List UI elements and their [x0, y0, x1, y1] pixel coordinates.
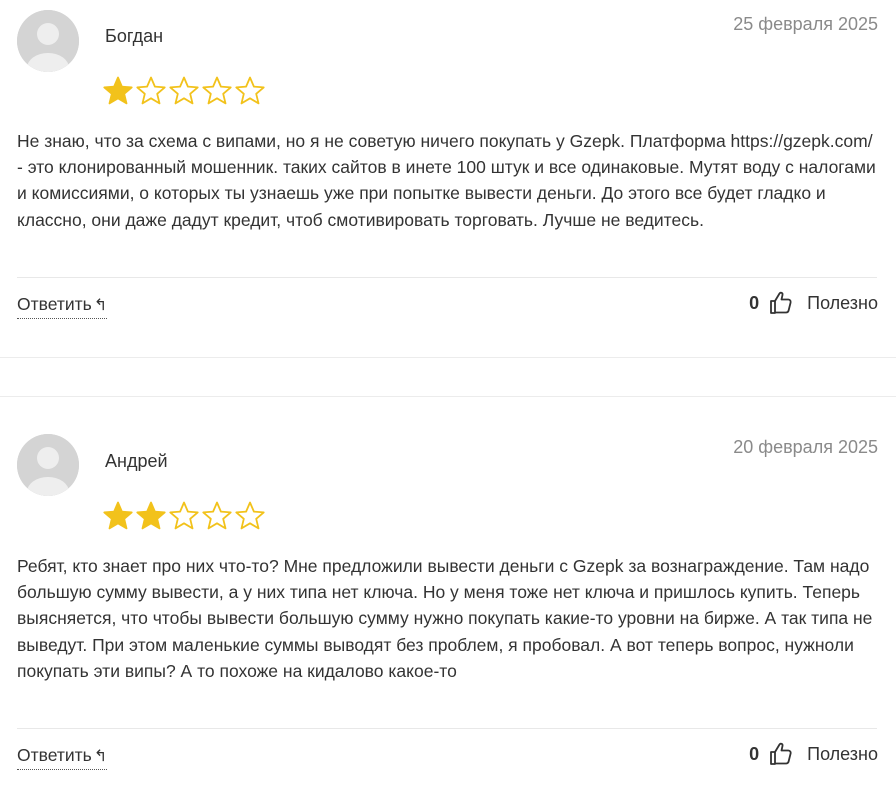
divider — [17, 728, 877, 729]
thumbs-up-icon[interactable] — [769, 291, 793, 315]
useful-vote: 0 Полезно — [749, 742, 878, 766]
reply-button[interactable]: Ответить ↰ — [17, 294, 108, 319]
star-empty-icon — [169, 501, 199, 530]
review-author: Андрей — [105, 451, 168, 471]
review-text: Не знаю, что за схема с випами, но я не … — [17, 131, 876, 230]
review-text: Ребят, кто знает про них что-то? Мне пре… — [17, 556, 873, 681]
star-empty-icon — [136, 76, 166, 105]
star-filled-icon — [103, 76, 133, 105]
user-silhouette-icon — [17, 10, 79, 72]
star-empty-icon — [202, 76, 232, 105]
useful-button[interactable]: Полезно — [807, 744, 878, 765]
thumbs-up-icon[interactable] — [769, 742, 793, 766]
rating-stars — [102, 75, 266, 107]
reply-label: Ответить — [17, 745, 92, 765]
reply-arrow-icon: ↰ — [93, 297, 108, 314]
review-author: Богдан — [105, 26, 164, 46]
star-empty-icon — [169, 76, 199, 105]
reply-arrow-icon: ↰ — [93, 748, 108, 765]
review-date: 20 февраля 2025 — [733, 437, 878, 457]
review-separator — [0, 357, 896, 358]
review-separator — [0, 396, 896, 397]
useful-count: 0 — [749, 292, 760, 313]
avatar — [17, 434, 79, 496]
useful-vote: 0 Полезно — [749, 291, 878, 315]
star-filled-icon — [103, 501, 133, 530]
useful-button[interactable]: Полезно — [807, 293, 878, 314]
reply-label: Ответить — [17, 294, 92, 314]
reply-button[interactable]: Ответить ↰ — [17, 745, 108, 770]
divider — [17, 277, 877, 278]
star-empty-icon — [202, 501, 232, 530]
avatar — [17, 10, 79, 72]
rating-stars — [102, 500, 266, 532]
star-empty-icon — [235, 501, 265, 530]
review-date: 25 февраля 2025 — [733, 14, 878, 34]
user-silhouette-icon — [17, 434, 79, 496]
useful-count: 0 — [749, 743, 760, 764]
star-empty-icon — [235, 76, 265, 105]
star-filled-icon — [136, 501, 166, 530]
